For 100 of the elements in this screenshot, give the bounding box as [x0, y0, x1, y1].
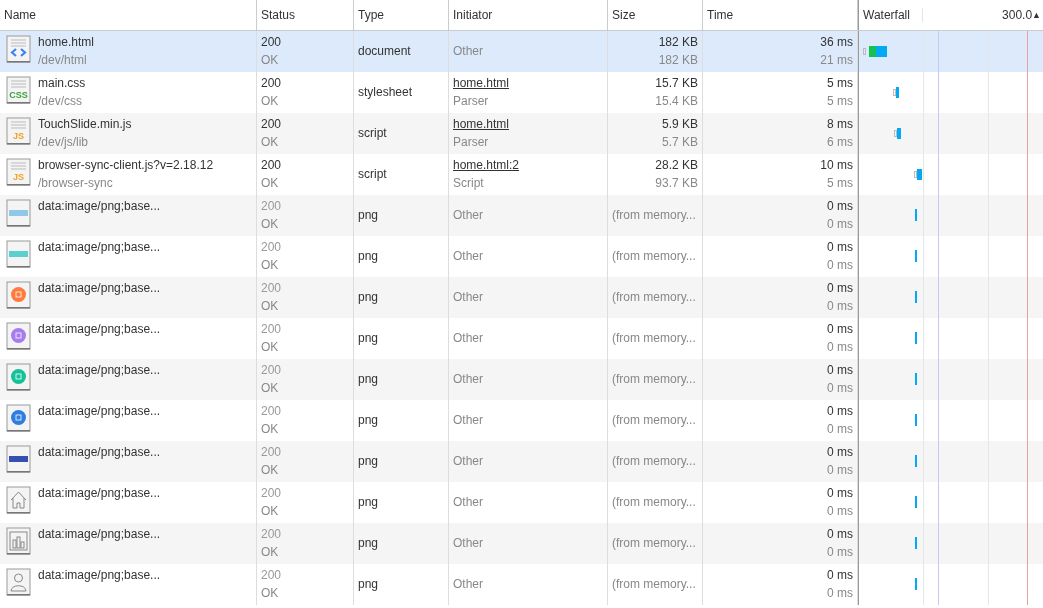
sort-indicator[interactable]: ▲ — [1032, 10, 1041, 20]
file-type-label: CSS — [9, 90, 28, 100]
status-text: OK — [261, 94, 280, 109]
image-thumbnail-icon — [6, 404, 32, 433]
user-icon — [6, 568, 32, 597]
status-text: OK — [261, 340, 280, 355]
status-text: OK — [261, 176, 280, 191]
request-path: /browser-sync — [38, 176, 114, 191]
request-type: png — [358, 413, 380, 428]
request-type: png — [358, 208, 380, 223]
status-code: 200 — [261, 35, 283, 50]
request-row[interactable]: data:image/png;base... 200 OK png Other (from memory... 0 ms 0 ms — [0, 523, 1043, 564]
request-row[interactable]: data:image/png;base... 200 OK png Other (from memory... 0 ms 0 ms — [0, 359, 1043, 400]
request-name: data:image/png;base... — [38, 363, 161, 378]
status-text: OK — [261, 217, 280, 232]
request-time: 8 ms — [827, 117, 853, 132]
request-row[interactable]: data:image/png;base... 200 OK png Other (from memory... 0 ms 0 ms — [0, 441, 1043, 482]
status-code: 200 — [261, 486, 283, 501]
request-name: data:image/png;base... — [38, 568, 161, 583]
column-header[interactable]: Time — [707, 8, 734, 22]
request-name: data:image/png;base... — [38, 199, 161, 214]
initiator-link[interactable]: home.html — [453, 117, 603, 132]
status-code: 200 — [261, 568, 283, 583]
status-text: OK — [261, 53, 280, 68]
resource-size: 93.7 KB — [655, 176, 698, 191]
status-code: 200 — [261, 404, 283, 419]
request-row[interactable]: JS TouchSlide.min.js /dev/js/lib 200 OK script home.html Parser 5.9 KB 5.7 KB 8 ms 6 ms — [0, 113, 1043, 154]
request-type: png — [358, 249, 380, 264]
request-time: 0 ms — [827, 445, 853, 460]
status-text: OK — [261, 422, 280, 437]
latency-time: 0 ms — [827, 422, 853, 437]
column-header[interactable]: Status — [261, 8, 296, 22]
request-time: 36 ms — [820, 35, 853, 50]
request-row[interactable]: data:image/png;base... 200 OK png Other (from memory... 0 ms 0 ms — [0, 195, 1043, 236]
request-type: png — [358, 454, 380, 469]
request-type: document — [358, 44, 412, 59]
request-name: home.html — [38, 35, 95, 50]
request-time: 0 ms — [827, 199, 853, 214]
status-text: OK — [261, 381, 280, 396]
initiator-detail: Script — [453, 176, 485, 191]
request-name: data:image/png;base... — [38, 486, 161, 501]
request-row[interactable]: data:image/png;base... 200 OK png Other (from memory... 0 ms 0 ms — [0, 277, 1043, 318]
request-name: TouchSlide.min.js — [38, 117, 132, 132]
status-code: 200 — [261, 322, 283, 337]
bar-chart-icon — [6, 527, 32, 556]
column-header[interactable]: Name — [4, 8, 36, 22]
request-path: /dev/html — [38, 53, 88, 68]
image-thumbnail-icon — [6, 199, 32, 228]
initiator-link[interactable]: home.html — [453, 76, 603, 91]
transfer-size: (from memory... — [612, 536, 697, 551]
request-time: 0 ms — [827, 486, 853, 501]
request-name: data:image/png;base... — [38, 322, 161, 337]
file-type-label: JS — [13, 131, 24, 141]
latency-time: 0 ms — [827, 545, 853, 560]
transfer-size: 182 KB — [658, 35, 698, 50]
request-type: png — [358, 495, 380, 510]
initiator-text: Other — [453, 249, 484, 264]
latency-time: 6 ms — [827, 135, 853, 150]
column-header[interactable]: Size — [612, 8, 636, 22]
timing-bar — [896, 87, 899, 98]
request-type: script — [358, 167, 388, 182]
status-text: OK — [261, 545, 280, 560]
file-type-label: JS — [13, 172, 24, 182]
status-code: 200 — [261, 158, 283, 173]
image-thumbnail-icon — [6, 281, 32, 310]
latency-time: 0 ms — [827, 586, 853, 601]
initiator-text: Other — [453, 577, 484, 592]
latency-time: 0 ms — [827, 504, 853, 519]
transfer-size: (from memory... — [612, 495, 697, 510]
request-type: png — [358, 536, 380, 551]
initiator-text: Other — [453, 454, 484, 469]
image-thumbnail-icon — [6, 445, 32, 474]
column-header[interactable]: Type — [358, 8, 384, 22]
initiator-text: Other — [453, 44, 484, 59]
latency-time: 0 ms — [827, 381, 853, 396]
status-code: 200 — [261, 281, 283, 296]
transfer-size: (from memory... — [612, 290, 697, 305]
initiator-text: Other — [453, 208, 484, 223]
status-text: OK — [261, 504, 280, 519]
initiator-link[interactable]: home.html:2 — [453, 158, 603, 173]
status-code: 200 — [261, 76, 283, 91]
column-header[interactable]: Waterfall — [863, 8, 910, 22]
column-header[interactable]: Initiator — [453, 8, 493, 22]
transfer-size: 28.2 KB — [655, 158, 698, 173]
request-type: png — [358, 290, 380, 305]
status-text: OK — [261, 258, 280, 273]
request-path: /dev/js/lib — [38, 135, 90, 150]
status-text: OK — [261, 586, 280, 601]
request-name: browser-sync-client.js?v=2.18.12 — [38, 158, 214, 173]
request-row[interactable]: home.html /dev/html 200 OK document Other 182 KB 182 KB 36 ms 21 ms — [0, 31, 1043, 72]
html-file-icon — [6, 35, 32, 64]
request-time: 0 ms — [827, 363, 853, 378]
initiator-text: Other — [453, 331, 484, 346]
latency-time: 21 ms — [820, 53, 853, 68]
request-row[interactable]: data:image/png;base... 200 OK png Other (from memory... 0 ms 0 ms — [0, 564, 1043, 605]
latency-time: 5 ms — [827, 176, 853, 191]
request-name: data:image/png;base... — [38, 240, 161, 255]
request-type: stylesheet — [358, 85, 414, 100]
request-time: 0 ms — [827, 527, 853, 542]
latency-time: 0 ms — [827, 463, 853, 478]
